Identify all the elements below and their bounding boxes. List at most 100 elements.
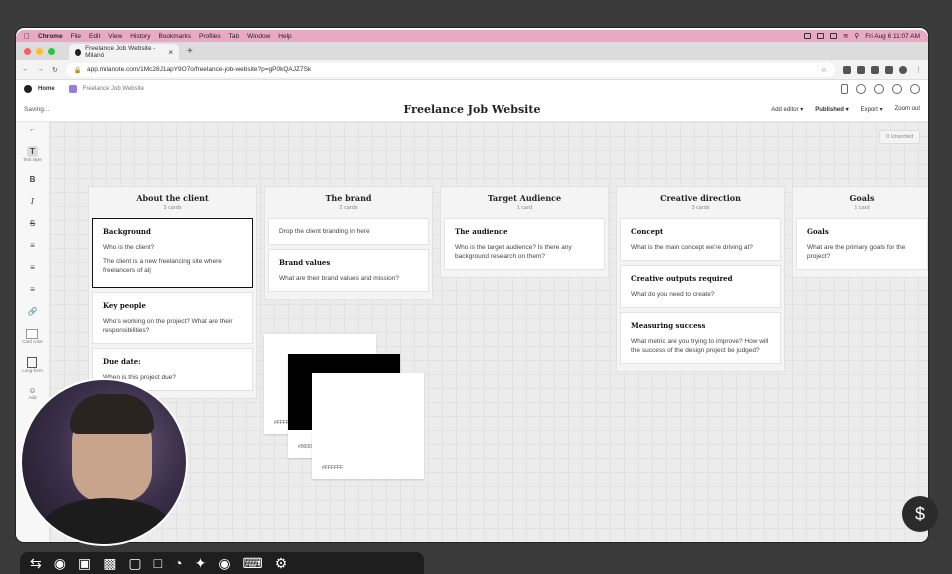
text-style-icon[interactable]: T (27, 146, 38, 157)
camera-settings-icon[interactable]: ▣ (78, 555, 91, 572)
column-title[interactable]: The brand (268, 193, 429, 203)
sparkle-icon[interactable]: ✦ (195, 555, 207, 572)
board-title[interactable]: Freelance Job Website (16, 103, 928, 116)
presenter-hair (70, 394, 154, 434)
crop-icon[interactable]: □ (154, 555, 162, 571)
card-branding-drop[interactable]: Drop the client branding in here (268, 218, 429, 246)
italic-button[interactable]: I (31, 197, 34, 206)
bookmark-star-icon[interactable]: ☆ (821, 66, 827, 74)
link-icon[interactable]: 🔗 (28, 307, 38, 316)
breadcrumb[interactable]: Freelance Job Website (83, 86, 144, 92)
menu-window[interactable]: Window (247, 33, 270, 40)
card-text: Who is the target audience? Is there any… (455, 243, 572, 260)
close-tab-icon[interactable]: × (168, 48, 173, 57)
device-icon[interactable] (841, 84, 848, 94)
forward-icon[interactable]: → (37, 66, 44, 73)
column-goals[interactable]: Goals 1 card Goals What are the primary … (792, 186, 928, 278)
profile-avatar[interactable] (899, 65, 907, 74)
column-count: 3 cards (691, 205, 710, 211)
new-tab-button[interactable]: + (179, 46, 201, 60)
column-creative-direction[interactable]: Creative direction 3 cards Concept What … (616, 186, 785, 372)
help-icon[interactable] (856, 84, 866, 94)
menu-profiles[interactable]: Profiles (199, 33, 221, 40)
menu-help[interactable]: Help (278, 33, 291, 40)
wifi-icon[interactable]: ≋ (843, 32, 848, 40)
column-target-audience[interactable]: Target Audience 1 card The audience Who … (440, 186, 609, 278)
card-key-people[interactable]: Key people Who's working on the project?… (92, 292, 253, 344)
numbered-list-icon[interactable]: ≡ (30, 263, 35, 272)
keyboard-icon[interactable]: ⌨ (243, 555, 263, 572)
search-icon[interactable]: ⚲ (854, 32, 859, 40)
bullet-list-icon[interactable]: ≡ (30, 241, 35, 250)
long-form-label: Long-form (22, 368, 43, 373)
extension-icon[interactable] (857, 65, 865, 74)
apple-icon[interactable]:  (24, 32, 30, 41)
menu-view[interactable]: View (108, 33, 122, 40)
settings-gear-icon[interactable]: ⚙ (275, 555, 288, 572)
menu-file[interactable]: File (71, 33, 81, 40)
close-window-button[interactable] (24, 48, 31, 55)
clapper-icon[interactable]: ▩ (103, 555, 116, 572)
menu-bookmarks[interactable]: Bookmarks (158, 33, 191, 40)
loop-icon[interactable]: ⇆ (30, 555, 42, 572)
card-the-audience[interactable]: The audience Who is the target audience?… (444, 218, 605, 270)
bell-icon[interactable] (892, 84, 902, 94)
settings-gear-icon[interactable] (910, 84, 920, 94)
add-icon[interactable]: ☺ (28, 386, 36, 395)
home-link[interactable]: Home (38, 86, 55, 92)
menu-tab[interactable]: Tab (229, 33, 239, 40)
card-title: Background (103, 227, 151, 236)
reload-icon[interactable]: ↻ (52, 66, 58, 74)
unsorted-badge[interactable]: 0 Unsorted (879, 130, 920, 144)
status-icon[interactable] (803, 33, 811, 39)
color-swatch[interactable]: #FFFFFF (312, 373, 424, 479)
browser-tab[interactable]: Freelance Job Website - Milanó × (69, 44, 179, 60)
status-icon[interactable] (816, 33, 824, 39)
menu-history[interactable]: History (130, 33, 150, 40)
home-icon[interactable] (24, 85, 32, 93)
card-concept[interactable]: Concept What is the main concept we're d… (620, 218, 781, 261)
back-icon[interactable]: ← (22, 66, 29, 73)
card-goals[interactable]: Goals What are the primary goals for the… (796, 218, 928, 270)
presenter-shirt (42, 498, 172, 544)
column-about-the-client[interactable]: About the client 3 cards Background Who … (88, 186, 257, 399)
dollar-chat-icon[interactable]: $ (902, 496, 938, 532)
card-text-editing[interactable]: The client is a new freelancing site whe… (103, 257, 242, 275)
column-the-brand[interactable]: The brand 2 cards Drop the client brandi… (264, 186, 433, 300)
card-measuring-success[interactable]: Measuring success What metric are you tr… (620, 311, 781, 364)
extension-icon[interactable] (871, 65, 879, 74)
resize-icon[interactable]: ▢ (128, 555, 141, 572)
minimize-window-button[interactable] (36, 48, 43, 55)
swatch-hex: #FFFFFF (322, 465, 344, 471)
status-icon[interactable] (829, 33, 837, 39)
extension-icon[interactable] (843, 65, 851, 74)
column-count: 1 card (854, 205, 870, 211)
url-field[interactable]: 🔒 app.milanote.com/1Mc28J1apY9O7o/freela… (65, 62, 835, 77)
screenshot-icon[interactable]: ◉ (218, 555, 230, 572)
bold-button[interactable]: B (30, 175, 36, 184)
search-icon[interactable] (874, 84, 884, 94)
card-title: The audience (455, 227, 508, 236)
card-color-icon[interactable] (26, 329, 39, 339)
broadcast-icon[interactable]: ◉ (54, 555, 66, 572)
column-title[interactable]: Target Audience (444, 193, 605, 203)
menubar-datetime[interactable]: Fri Aug 6 11:07 AM (865, 33, 920, 40)
align-icon[interactable]: ≡ (30, 285, 35, 294)
column-title[interactable]: About the client (92, 193, 253, 203)
lock-icon: 🔒 (73, 66, 82, 74)
speed-icon[interactable]: ◔ (174, 555, 182, 571)
collapse-arrow-icon[interactable]: ← (29, 126, 36, 133)
menu-edit[interactable]: Edit (89, 33, 100, 40)
strikethrough-button[interactable]: S (30, 219, 35, 228)
column-title[interactable]: Goals (796, 193, 928, 203)
card-background[interactable]: Background Who is the client? The client… (92, 218, 253, 288)
puzzle-icon[interactable] (885, 65, 893, 74)
more-menu-icon[interactable]: ⋮ (915, 66, 922, 74)
maximize-window-button[interactable] (48, 48, 55, 55)
card-title: Brand values (279, 258, 331, 268)
card-creative-outputs[interactable]: Creative outputs required What do you ne… (620, 264, 781, 308)
menu-app[interactable]: Chrome (38, 33, 63, 40)
column-title[interactable]: Creative direction (620, 193, 781, 203)
long-form-icon[interactable] (27, 357, 38, 368)
card-brand-values[interactable]: Brand values What are their brand values… (268, 249, 429, 292)
